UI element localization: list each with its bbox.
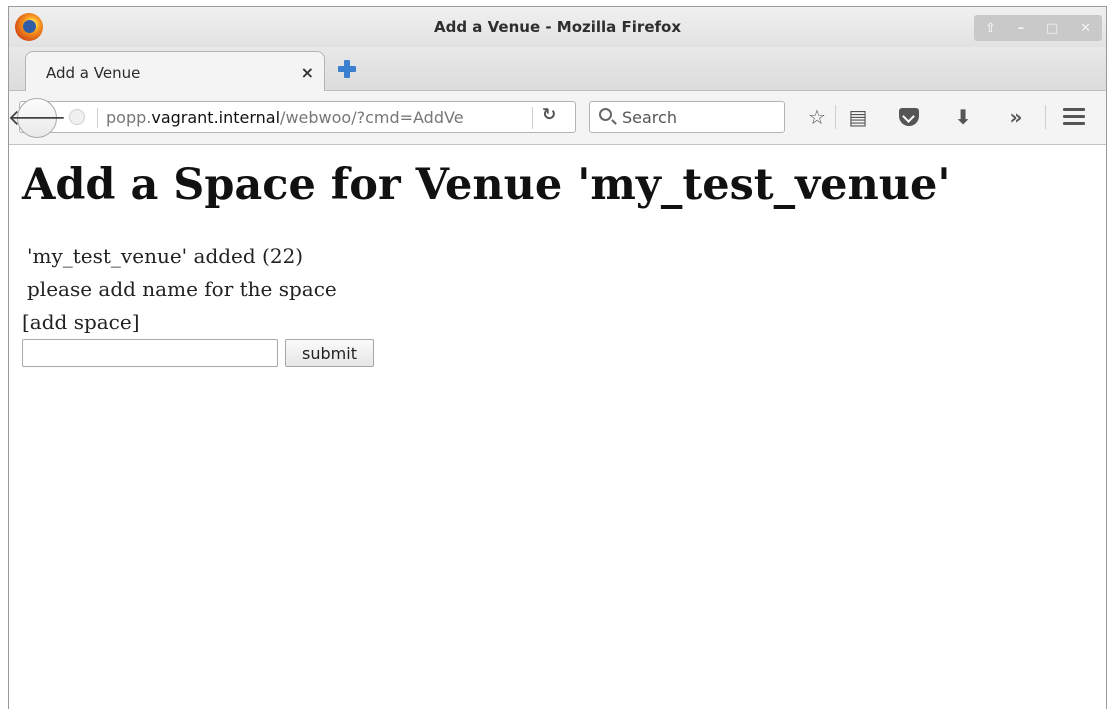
navigation-bar: 🡐 popp.vagrant.internal/webwoo/?cmd=AddV… <box>8 91 1106 145</box>
url-domain: vagrant.internal <box>151 108 281 127</box>
instruction-message: please add name for the space <box>27 277 337 301</box>
reading-list-icon[interactable]: ▤ <box>845 105 871 129</box>
back-arrow-icon: 🡐 <box>7 106 67 131</box>
page-content: Add a Space for Venue 'my_test_venue' 'm… <box>9 146 1106 709</box>
window-up-icon[interactable]: ⇧ <box>985 21 996 36</box>
url-prefix: popp. <box>106 108 152 127</box>
browser-window: Add a Venue - Mozilla Firefox ⇧ – □ ✕ Ad… <box>8 6 1107 709</box>
reload-separator <box>532 107 533 129</box>
tab-add-a-venue[interactable]: Add a Venue × <box>25 51 325 92</box>
reload-icon[interactable]: ↻ <box>542 105 556 125</box>
page-title: Add a Space for Venue 'my_test_venue' <box>22 160 951 210</box>
url-path: /webwoo/?cmd=AddVe <box>280 108 464 127</box>
maximize-icon[interactable]: □ <box>1046 21 1058 36</box>
url-bar[interactable]: 🡐 popp.vagrant.internal/webwoo/?cmd=AddV… <box>8 98 576 138</box>
new-tab-icon[interactable] <box>337 59 357 79</box>
url-text[interactable]: popp.vagrant.internal/webwoo/?cmd=AddVe <box>106 108 464 127</box>
toolbar-separator <box>835 105 836 129</box>
back-button[interactable]: 🡐 <box>8 98 67 138</box>
add-space-label: [add space] <box>22 310 140 334</box>
window-controls: ⇧ – □ ✕ <box>974 15 1102 41</box>
pocket-icon[interactable] <box>899 108 919 126</box>
close-window-icon[interactable]: ✕ <box>1080 21 1091 36</box>
download-icon[interactable]: ⬇ <box>950 105 976 129</box>
site-identity-icon[interactable] <box>69 109 85 125</box>
submit-button[interactable]: submit <box>285 339 374 367</box>
minimize-icon[interactable]: – <box>1018 21 1025 36</box>
space-name-input[interactable] <box>22 339 278 367</box>
tab-strip: Add a Venue × <box>9 47 1106 92</box>
toolbar-separator <box>1045 105 1046 129</box>
status-message: 'my_test_venue' added (22) <box>27 244 304 268</box>
search-icon <box>599 108 612 121</box>
bookmark-star-icon[interactable]: ☆ <box>804 105 830 129</box>
window-title: Add a Venue - Mozilla Firefox <box>433 18 681 36</box>
tab-close-icon[interactable]: × <box>301 63 314 82</box>
overflow-chevron-icon[interactable]: » <box>1003 105 1029 129</box>
url-separator <box>97 108 98 128</box>
search-placeholder: Search <box>622 108 677 127</box>
search-bar[interactable]: Search <box>589 101 785 133</box>
tab-label: Add a Venue <box>46 64 141 82</box>
menu-icon[interactable] <box>1063 108 1085 126</box>
title-bar: Add a Venue - Mozilla Firefox ⇧ – □ ✕ <box>9 7 1106 47</box>
